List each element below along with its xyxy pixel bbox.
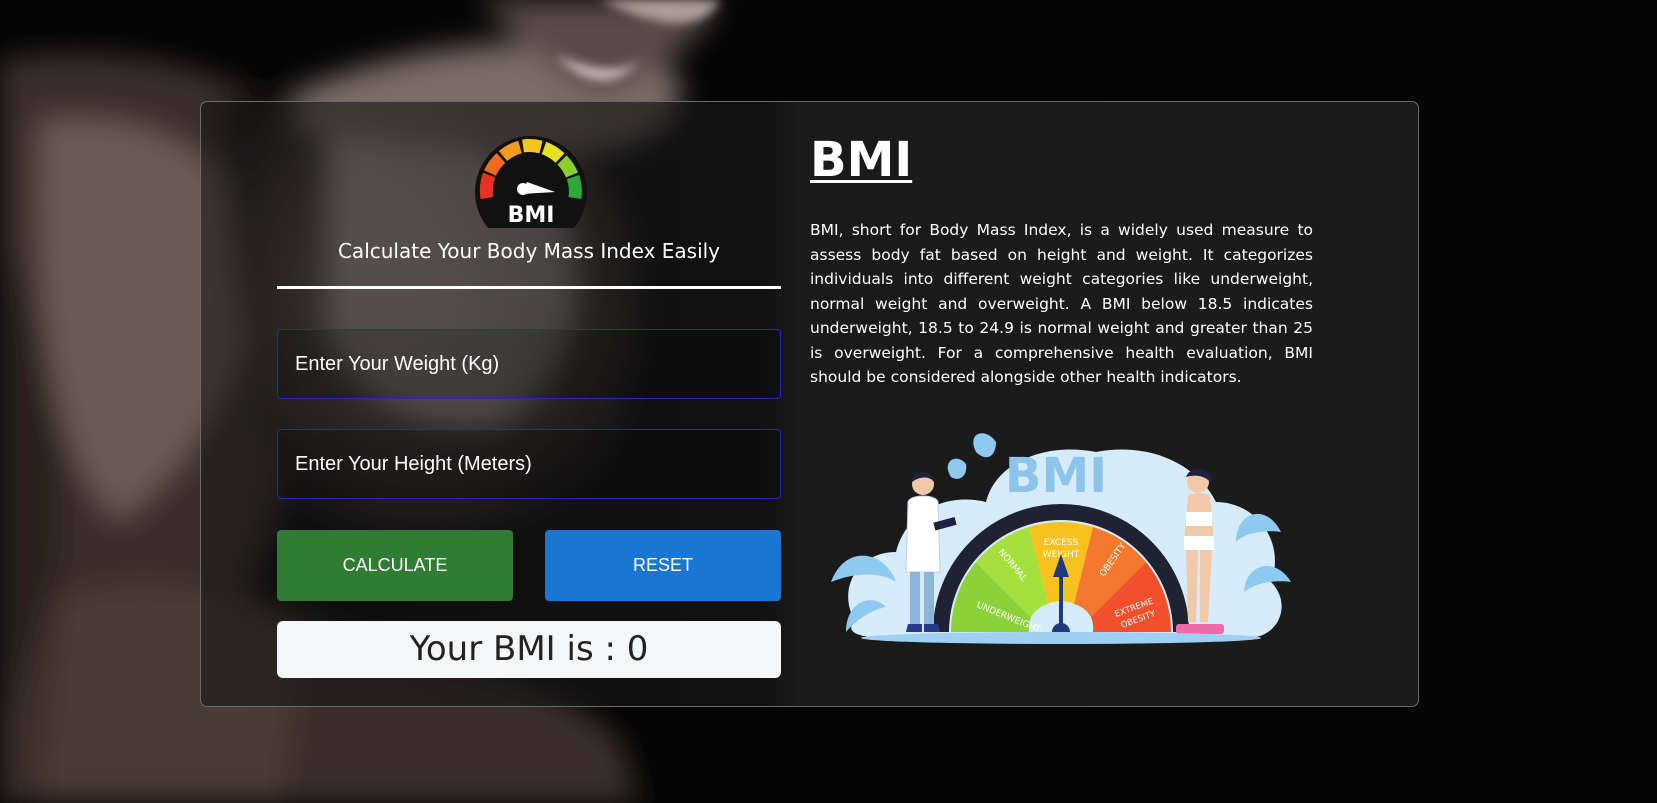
calculate-button[interactable]: CALCULATE (277, 530, 513, 601)
label-excess: EXCESS (1044, 538, 1079, 548)
height-input[interactable] (277, 429, 781, 499)
bmi-scale-illustration: BMI UNDERWEIGHT NORMAL EXCESS WEIGHT OBE… (831, 433, 1291, 644)
bmi-result: Your BMI is : 0 (277, 621, 781, 678)
bmi-gauge-icon: BMI (475, 136, 587, 228)
weight-input[interactable] (277, 329, 781, 399)
reset-button[interactable]: RESET (545, 530, 781, 601)
tagline: Calculate Your Body Mass Index Easily (337, 239, 721, 263)
divider (277, 286, 781, 289)
bmi-description: BMI, short for Body Mass Index, is a wid… (810, 221, 1313, 386)
page-title: BMI (810, 132, 913, 188)
logo-text: BMI (508, 203, 555, 228)
illustration-title: BMI (1005, 448, 1107, 504)
bmi-card: BMI Calculate Your Body Mass Index Easil… (200, 101, 1419, 707)
